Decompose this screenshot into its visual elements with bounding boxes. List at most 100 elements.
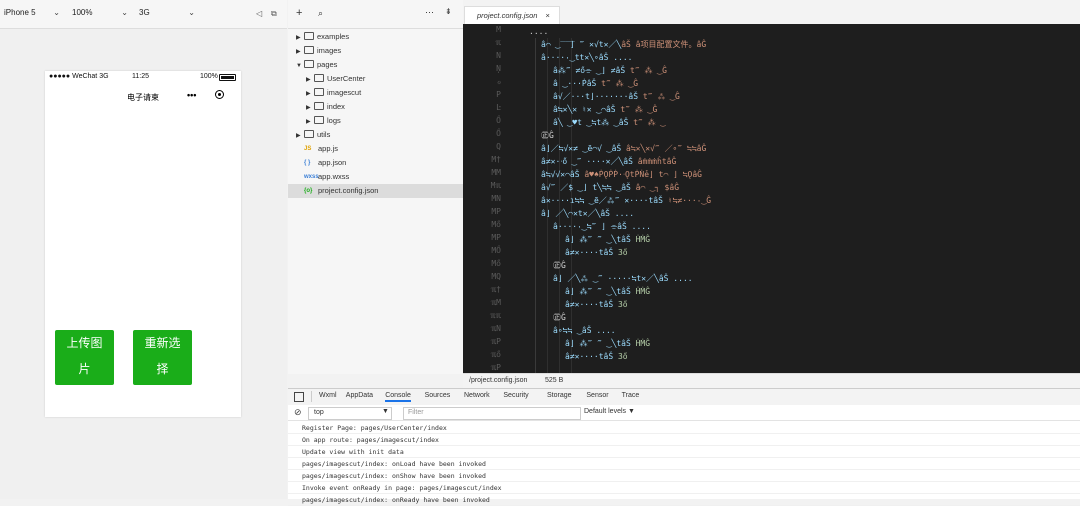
- battery-icon: [219, 74, 236, 81]
- code-line[interactable]: ㊣Ĝ: [553, 311, 566, 324]
- code-line[interactable]: ㊣Ĝ: [553, 259, 566, 272]
- code-line[interactable]: â√‴ ／$ ͜ ⌋ t╲≒≒ ͜ âŠ â⌒ ͜ ┐ $âĜ: [541, 181, 679, 194]
- caret-right-icon[interactable]: ▶: [296, 129, 304, 143]
- tree-item[interactable]: ▶ examples: [288, 30, 463, 44]
- code-line[interactable]: â·····͜ ≒‴ ⌋ ⌯âŠ ....: [553, 220, 651, 233]
- tree-item[interactable]: {o} project.config.json: [288, 184, 463, 198]
- code-token: ㊣Ĝ: [553, 313, 566, 322]
- devtools-tab-sources[interactable]: Sources: [425, 392, 451, 399]
- code-line[interactable]: â⌋／≒√✕≠ ͜ ẽ⌒√ ͜ âŠ â≒✕╲✕√‴ ／∘‴ ≒≒âĜ: [541, 142, 706, 155]
- more-icon[interactable]: •••: [187, 90, 196, 100]
- search-icon[interactable]: ⌕: [318, 8, 323, 19]
- devtools-tab-appdata[interactable]: AppData: [346, 392, 373, 399]
- devtools-tab-console[interactable]: Console: [385, 392, 411, 402]
- devtools-tab-security[interactable]: Security: [503, 392, 528, 399]
- devtools-tab-network[interactable]: Network: [464, 392, 490, 399]
- code-token: â⌋ ⁂‴ ‴ ͜ ╲tâŠ: [565, 339, 636, 348]
- code-line[interactable]: â≠✕····tâŠ 3ő: [565, 298, 628, 311]
- code-line[interactable]: ....: [529, 25, 548, 38]
- close-icon[interactable]: ×: [546, 11, 550, 20]
- code-line[interactable]: â⌋ ／╲⌒✕t✕／╲âŠ ....: [541, 207, 634, 220]
- popout-icon[interactable]: ⧉: [271, 9, 277, 19]
- zoom-select[interactable]: 100% ⌄: [72, 8, 128, 22]
- tree-item-label: app.wxss: [318, 172, 350, 181]
- zoom-select-label: 100%: [72, 8, 93, 17]
- code-line[interactable]: ㊣Ĝ: [541, 129, 554, 142]
- devtools-tab-wxml[interactable]: Wxml: [319, 392, 337, 399]
- caret-right-icon[interactable]: ▶: [306, 87, 314, 101]
- device-select[interactable]: iPhone 5 ⌄: [4, 8, 60, 22]
- code-line[interactable]: â√／···t⌋·······âŠ t‴ ⁂ ͜ Ĝ: [553, 90, 680, 103]
- network-select[interactable]: 3G ⌄: [139, 8, 195, 22]
- tree-item[interactable]: ▶ UserCenter: [288, 72, 463, 86]
- context-select[interactable]: top ▼: [308, 407, 392, 420]
- chevron-down-icon: ⌄: [121, 8, 128, 17]
- code-line[interactable]: â·····͜ tt✕╲∘âŠ ....: [541, 51, 633, 64]
- code-line[interactable]: â⌋ ／╲⁂ ͜ ‴ ·····≒t✕／╲âŠ ....: [553, 272, 693, 285]
- tree-item-label: app.js: [318, 144, 339, 153]
- code-token: â♥♠ṖǪṖṖ·ᐧǪtṖṄẻ⌋ t⌒ ⌋ ≒ǪâĜ: [584, 170, 702, 179]
- close-capsule-icon[interactable]: [215, 90, 224, 99]
- code-token: â·····͜ ≒‴ ⌋ ⌯âŠ ....: [553, 222, 651, 231]
- log-levels-select[interactable]: Default levels ▼: [584, 408, 635, 415]
- code-line[interactable]: â≠✕····tâŠ 3ő: [565, 350, 628, 363]
- filter-input[interactable]: Filter: [403, 407, 581, 420]
- caret-down-icon[interactable]: ▼: [296, 59, 304, 73]
- reselect-button[interactable]: 重新选 择: [133, 330, 192, 385]
- code-line[interactable]: â≠✕·ᐧő ͜ ‴ ····✕／╲âŠ âṁṁṁĥtâĜ: [541, 155, 676, 168]
- tree-item[interactable]: ▶ imagescut: [288, 86, 463, 100]
- code-line[interactable]: â⌋ ⁂‴ ‴ ͜ ╲tâŠ ḢṀĜ: [565, 233, 650, 246]
- code-line[interactable]: â⌋ ⁂‴ ‴ ͜ ╲tâŠ ḢṀĜ: [565, 337, 650, 350]
- folder-icon: [314, 102, 324, 111]
- tree-item[interactable]: { } app.json: [288, 156, 463, 170]
- code-token: 3ő: [617, 248, 628, 257]
- code-line[interactable]: â✕····ı≒≒ ͜ ẽ／⁂‴ ✕····tâŠ ♮≒≠····͜ Ĝ: [541, 194, 711, 207]
- filter-placeholder: Filter: [408, 409, 424, 416]
- collapse-icon[interactable]: ⋯: [425, 7, 434, 18]
- code-line[interactable]: â≒√√✕⌒âŠ â♥♠ṖǪṖṖ·ᐧǪtṖṄẻ⌋ t⌒ ⌋ ≒ǪâĜ: [541, 168, 702, 181]
- devtools-tab-trace[interactable]: Trace: [622, 392, 640, 399]
- code-token: â⌒ ͜ ┐ $âĜ: [635, 183, 680, 192]
- editor-tab[interactable]: project.config.json ×: [464, 6, 560, 24]
- tree-item[interactable]: wxssapp.wxss: [288, 170, 463, 184]
- tree-item[interactable]: ▼ pages: [288, 58, 463, 72]
- editor-tab-label: project.config.json: [477, 11, 538, 20]
- code-token: â⁂‴ ≠ő⌯ ͜ ⌋ ≠âŠ: [553, 66, 630, 75]
- code-line[interactable]: â⌒ ͜ ̅ ̅ ̅⌋ ‴ ✕√t✕／╲âŠ â项目配置文件。âĜ: [541, 38, 706, 51]
- devtools-tab-storage[interactable]: Storage: [547, 392, 572, 399]
- code-line[interactable]: â╲ ͜ ♥t ͜ ≒t⁂ ͜ âŠ t‴ ⁂ ͜: [553, 116, 660, 129]
- code-area[interactable]: .... â⌒ ͜ ̅ ̅ ̅⌋ ‴ ✕√t✕／╲âŠ â项目配置文件。âĜ â··…: [463, 24, 1080, 373]
- devtools-tab-sensor[interactable]: Sensor: [586, 392, 608, 399]
- tree-item-label: imagescut: [327, 88, 362, 97]
- tree-item[interactable]: ▶ images: [288, 44, 463, 58]
- tree-item-label: pages: [317, 60, 338, 69]
- tree-item[interactable]: ▶ utils: [288, 128, 463, 142]
- volume-icon[interactable]: ◁: [256, 9, 262, 18]
- split-view-icon[interactable]: ⇟: [445, 7, 452, 16]
- code-line[interactable]: â≠✕····tâŠ 3ő: [565, 246, 628, 259]
- code-line[interactable]: â⁂‴ ≠ő⌯ ͜ ⌋ ≠âŠ t‴ ⁂ ͜ Ĝ: [553, 64, 667, 77]
- code-line[interactable]: â ͜ ···ṖâŠ t‴ ⁂ ͜ Ĝ: [553, 77, 638, 90]
- tree-item-label: app.json: [318, 158, 347, 167]
- code-editor[interactable]: Mℼ N Ņℴ P Ŀ Ő Ő Q M† MM Mℼ MN MP Mő MP MŐ Mő MQ ℼ† ℼM ℼℼ ℼN ℼP…: [463, 24, 1080, 373]
- caret-right-icon[interactable]: ▶: [306, 73, 314, 87]
- code-line[interactable]: â⌋ ⁂‴ ‴ ͜ ╲tâŠ ḢṀĜ: [565, 285, 650, 298]
- caret-right-icon[interactable]: ▶: [296, 45, 304, 59]
- tree-item[interactable]: ▶ logs: [288, 114, 463, 128]
- code-token: â╲ ͜ ♥t ͜ ≒t⁂ ͜ âŠ: [553, 118, 634, 127]
- inspect-icon[interactable]: [294, 392, 304, 402]
- upload-image-button[interactable]: 上传图 片: [55, 330, 114, 385]
- file-icon: { }: [304, 160, 311, 167]
- caret-right-icon[interactable]: ▶: [306, 115, 314, 129]
- code-token: ♮≒≠····͜ Ĝ: [667, 196, 712, 205]
- code-line[interactable]: â≒✕╲✕ ♮✕ ͜ ⌒âŠ t‴ ⁂ ͜ Ĝ: [553, 103, 657, 116]
- caret-right-icon[interactable]: ▶: [296, 31, 304, 45]
- tree-item[interactable]: ▶ index: [288, 100, 463, 114]
- tree-item[interactable]: JS app.js: [288, 142, 463, 156]
- code-line[interactable]: â∘≒≒ ͜ âŠ ....: [553, 324, 616, 337]
- code-token: â·····͜ tt✕╲∘âŠ ....: [541, 53, 633, 62]
- add-file-icon[interactable]: +: [296, 7, 302, 19]
- caret-right-icon[interactable]: ▶: [306, 101, 314, 115]
- code-token: â≒✕╲✕ ♮✕ ͜ ⌒âŠ: [553, 105, 621, 114]
- clear-console-icon[interactable]: ⊘: [294, 407, 302, 418]
